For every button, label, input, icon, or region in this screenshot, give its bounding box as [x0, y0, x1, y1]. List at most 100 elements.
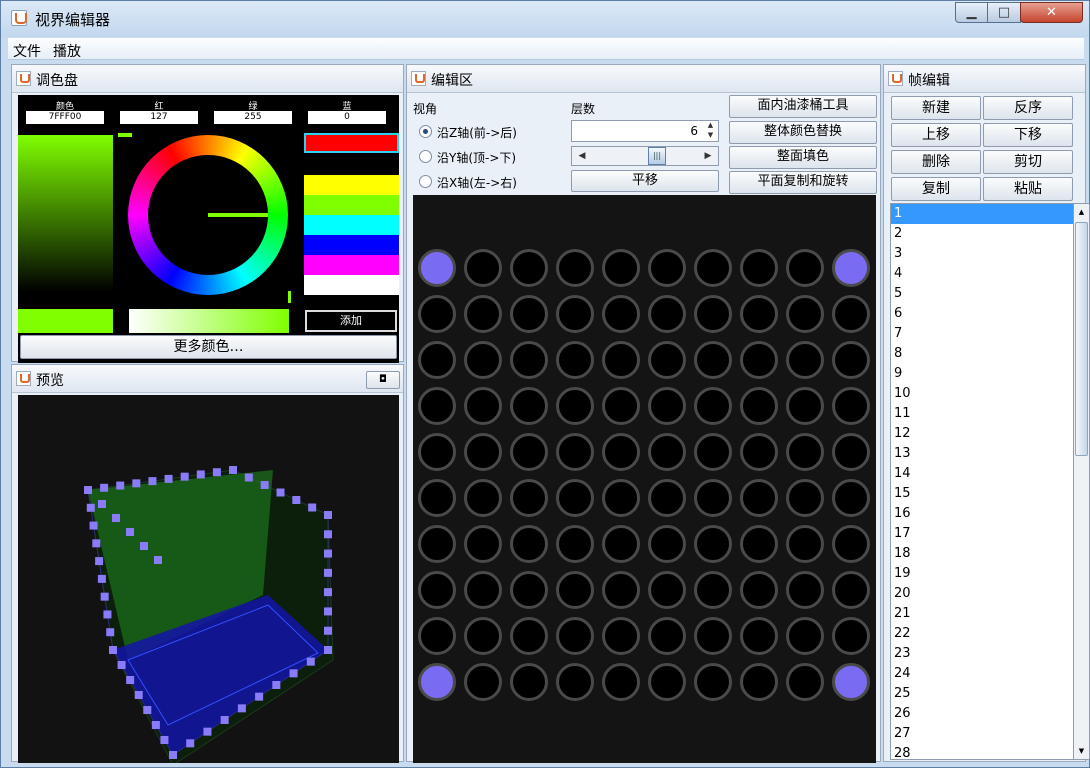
- led-cell[interactable]: [602, 387, 640, 425]
- led-cell[interactable]: [464, 525, 502, 563]
- led-cell[interactable]: [694, 433, 732, 471]
- frame-list-item[interactable]: 12: [891, 424, 1073, 444]
- led-cell[interactable]: [832, 479, 870, 517]
- led-cell[interactable]: [464, 341, 502, 379]
- led-cell[interactable]: [648, 571, 686, 609]
- frame-list-item[interactable]: 4: [891, 264, 1073, 284]
- led-cell[interactable]: [740, 341, 778, 379]
- spinner-up-icon[interactable]: ▲: [703, 121, 718, 131]
- led-cell[interactable]: [464, 571, 502, 609]
- led-cell[interactable]: [602, 295, 640, 333]
- led-cell[interactable]: [648, 433, 686, 471]
- led-cell[interactable]: [510, 525, 548, 563]
- scroll-up-icon[interactable]: ▲: [1074, 204, 1089, 220]
- led-cell[interactable]: [556, 433, 594, 471]
- frame-list-item[interactable]: 27: [891, 724, 1073, 744]
- led-cell[interactable]: [464, 249, 502, 287]
- menu-play[interactable]: 播放: [53, 41, 81, 61]
- layer-slider[interactable]: ◀ ||| ▶: [571, 146, 719, 166]
- slider-left-icon[interactable]: ◀: [572, 147, 592, 165]
- led-cell[interactable]: [556, 341, 594, 379]
- led-cell[interactable]: [648, 249, 686, 287]
- swatch-6[interactable]: [304, 255, 399, 275]
- maximize-button[interactable]: □: [987, 2, 1021, 23]
- led-cell[interactable]: [786, 571, 824, 609]
- led-cell[interactable]: [648, 617, 686, 655]
- led-cell[interactable]: [602, 249, 640, 287]
- led-cell[interactable]: [832, 525, 870, 563]
- led-cell[interactable]: [648, 525, 686, 563]
- led-cell[interactable]: [418, 433, 456, 471]
- frame-list[interactable]: 1 2 3 4 5 6 7 8 9 10 11 12 13 14 15 16 17 18 19 20 21 22 23 24 2…: [890, 203, 1074, 760]
- led-cell[interactable]: [786, 295, 824, 333]
- led-cell[interactable]: [418, 479, 456, 517]
- frame-list-item[interactable]: 18: [891, 544, 1073, 564]
- led-cell[interactable]: [510, 433, 548, 471]
- swatch-2[interactable]: [304, 175, 399, 195]
- led-cell[interactable]: [510, 571, 548, 609]
- led-cell[interactable]: [786, 433, 824, 471]
- paste-frame-button[interactable]: 粘贴: [983, 177, 1073, 201]
- new-frame-button[interactable]: 新建: [891, 96, 981, 120]
- led-cell[interactable]: [602, 479, 640, 517]
- led-cell[interactable]: [556, 387, 594, 425]
- led-cell[interactable]: [740, 433, 778, 471]
- frame-list-item[interactable]: 10: [891, 384, 1073, 404]
- scrollbar-thumb[interactable]: [1075, 222, 1088, 456]
- frame-list-item[interactable]: 24: [891, 664, 1073, 684]
- delete-frame-button[interactable]: 删除: [891, 150, 981, 174]
- led-cell[interactable]: [418, 617, 456, 655]
- red-field[interactable]: 127: [120, 111, 198, 124]
- led-cell[interactable]: [418, 571, 456, 609]
- led-cell[interactable]: [510, 617, 548, 655]
- frame-list-item[interactable]: 9: [891, 364, 1073, 384]
- led-cell[interactable]: [602, 525, 640, 563]
- led-cell[interactable]: [418, 249, 456, 287]
- frame-list-item[interactable]: 15: [891, 484, 1073, 504]
- led-cell[interactable]: [464, 295, 502, 333]
- radio-view-y-label[interactable]: 沿Y轴(顶->下): [437, 149, 516, 166]
- menu-file[interactable]: 文件: [13, 41, 41, 61]
- led-cell[interactable]: [602, 617, 640, 655]
- radio-view-z[interactable]: [419, 125, 432, 138]
- led-cell[interactable]: [786, 617, 824, 655]
- frame-list-item[interactable]: 16: [891, 504, 1073, 524]
- frame-list-scrollbar[interactable]: ▲ ▼: [1073, 203, 1090, 760]
- led-cell[interactable]: [648, 341, 686, 379]
- swatch-3[interactable]: [304, 195, 399, 215]
- led-cell[interactable]: [556, 617, 594, 655]
- saturation-slider[interactable]: [129, 309, 289, 333]
- frame-list-item[interactable]: 11: [891, 404, 1073, 424]
- brightness-marker[interactable]: [118, 133, 132, 137]
- preview-3d-canvas[interactable]: [18, 395, 399, 763]
- led-cell[interactable]: [464, 387, 502, 425]
- swatch-1[interactable]: [304, 155, 399, 175]
- frame-list-item[interactable]: 20: [891, 584, 1073, 604]
- move-down-button[interactable]: 下移: [983, 123, 1073, 147]
- title-bar[interactable]: 视界编辑器 ▁ □ ✕: [1, 1, 1089, 37]
- hue-pointer[interactable]: [208, 213, 268, 217]
- slider-right-icon[interactable]: ▶: [698, 147, 718, 165]
- led-cell[interactable]: [464, 663, 502, 701]
- led-cell[interactable]: [648, 663, 686, 701]
- led-cell[interactable]: [694, 525, 732, 563]
- led-cell[interactable]: [740, 571, 778, 609]
- led-cell[interactable]: [694, 387, 732, 425]
- led-cell[interactable]: [694, 663, 732, 701]
- led-cell[interactable]: [832, 571, 870, 609]
- led-cell[interactable]: [694, 479, 732, 517]
- led-cell[interactable]: [740, 479, 778, 517]
- led-cell[interactable]: [740, 617, 778, 655]
- led-cell[interactable]: [602, 571, 640, 609]
- led-cell[interactable]: [418, 663, 456, 701]
- led-cell[interactable]: [510, 249, 548, 287]
- led-cell[interactable]: [832, 249, 870, 287]
- led-cell[interactable]: [418, 295, 456, 333]
- green-field[interactable]: 255: [214, 111, 292, 124]
- led-cell[interactable]: [786, 387, 824, 425]
- frame-list-item[interactable]: 13: [891, 444, 1073, 464]
- add-color-button[interactable]: 添加: [305, 310, 397, 332]
- fill-plane-button[interactable]: 整面填色: [729, 146, 877, 169]
- led-cell[interactable]: [556, 571, 594, 609]
- led-cell[interactable]: [464, 617, 502, 655]
